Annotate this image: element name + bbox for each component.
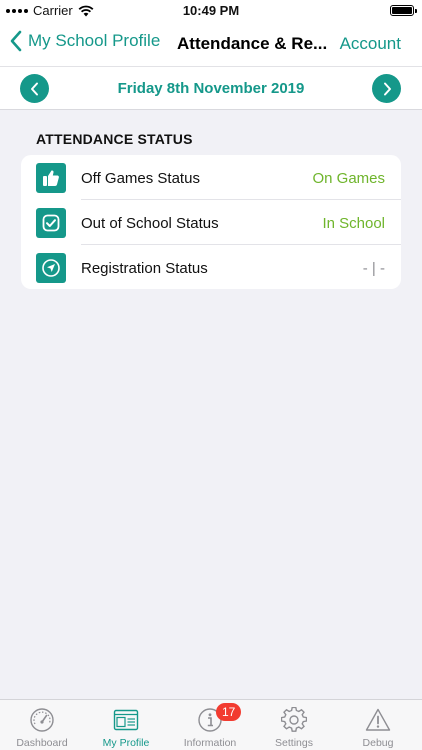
status-time: 10:49 PM [182, 3, 240, 18]
chevron-right-icon [383, 82, 391, 95]
notification-badge: 17 [216, 703, 242, 721]
tab-label: Settings [275, 737, 313, 749]
section-heading: ATTENDANCE STATUS [36, 131, 193, 147]
checkmark-icon [36, 208, 66, 238]
speedometer-icon [30, 708, 54, 732]
row-value: In School [322, 215, 385, 232]
chevron-left-icon [10, 30, 22, 52]
nav-bar: My School Profile Attendance & Re... Acc… [0, 22, 422, 66]
tab-bar: Dashboard My Profile 17 Information Sett… [0, 699, 422, 750]
tab-label: Dashboard [16, 737, 68, 749]
next-day-button[interactable] [372, 74, 401, 103]
tab-settings[interactable]: Settings [252, 700, 336, 750]
battery-level [392, 7, 412, 14]
back-button[interactable]: My School Profile [10, 30, 160, 52]
row-label: Out of School Status [81, 215, 219, 232]
list-item-registration[interactable]: Registration Status - | - [21, 245, 401, 289]
current-date: Friday 8th November 2019 [117, 80, 305, 97]
row-value: - | - [362, 260, 385, 277]
location-arrow-icon [36, 253, 66, 283]
page-title: Attendance & Re... [177, 34, 328, 53]
row-label: Off Games Status [81, 170, 200, 187]
tab-dashboard[interactable]: Dashboard [0, 700, 84, 750]
list-item-out-of-school[interactable]: Out of School Status In School [21, 200, 401, 245]
tab-debug[interactable]: Debug [336, 700, 420, 750]
back-label: My School Profile [28, 31, 161, 50]
tab-my-profile[interactable]: My Profile [84, 700, 168, 750]
tab-label: Debug [362, 737, 394, 749]
battery-icon [390, 5, 417, 16]
profile-card-icon [113, 709, 139, 731]
tab-label: My Profile [102, 737, 150, 749]
row-label: Registration Status [81, 260, 208, 277]
list-item-off-games[interactable]: Off Games Status On Games [21, 155, 401, 200]
date-selector: Friday 8th November 2019 [0, 66, 422, 110]
status-bar: Carrier 10:49 PM [0, 0, 422, 22]
tab-label: Information [183, 737, 237, 749]
account-button[interactable]: Account [340, 34, 401, 54]
attendance-card: Off Games Status On Games Out of School … [21, 155, 401, 289]
thumbs-up-icon [36, 163, 66, 193]
row-value: On Games [312, 170, 385, 187]
gear-icon [281, 707, 307, 732]
tab-information[interactable]: 17 Information [168, 700, 252, 750]
warning-icon [365, 708, 391, 731]
